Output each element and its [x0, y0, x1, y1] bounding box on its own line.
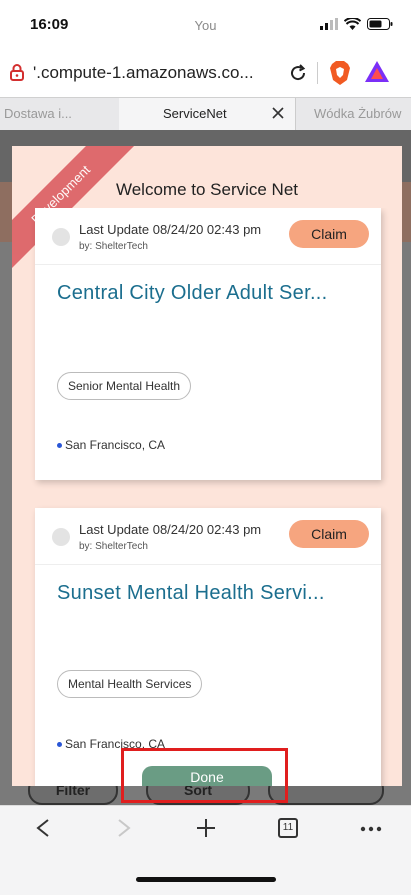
welcome-modal: Development Welcome to Service Net Last …	[12, 146, 402, 786]
last-update-text: Last Update 08/24/20 02:43 pm	[79, 222, 262, 237]
url-bar[interactable]: '.compute-1.amazonaws.co...	[0, 50, 411, 96]
avatar	[52, 228, 70, 246]
tab-wodka[interactable]: Wódka Żubrów	[296, 98, 411, 130]
close-tab-icon[interactable]	[271, 106, 285, 120]
brave-rewards-icon[interactable]	[364, 60, 390, 84]
service-card[interactable]: Last Update 08/24/20 02:43 pm by: Shelte…	[35, 208, 381, 480]
updated-by-text: by: ShelterTech	[79, 241, 148, 252]
modal-scroll-area[interactable]: Last Update 08/24/20 02:43 pm by: Shelte…	[12, 208, 402, 786]
wifi-icon	[344, 18, 361, 30]
tab-dostawa[interactable]: Dostawa i...	[0, 98, 123, 130]
forward-icon[interactable]	[115, 818, 133, 838]
service-name-link[interactable]: Central City Older Adult Ser...	[57, 282, 367, 305]
location-text: San Francisco, CA	[57, 438, 165, 452]
highlight-box	[121, 748, 288, 803]
battery-icon	[367, 18, 393, 30]
card-header: Last Update 08/24/20 02:43 pm by: Shelte…	[35, 508, 381, 565]
claim-button[interactable]: Claim	[289, 220, 369, 248]
claim-button[interactable]: Claim	[289, 520, 369, 548]
service-card[interactable]: Last Update 08/24/20 02:43 pm by: Shelte…	[35, 508, 381, 786]
signal-icon	[320, 18, 338, 30]
brave-shield-icon[interactable]	[328, 60, 352, 86]
last-update-text: Last Update 08/24/20 02:43 pm	[79, 522, 262, 537]
tab-servicenet-label: ServiceNet	[163, 106, 227, 121]
back-icon[interactable]	[34, 818, 52, 838]
status-icons	[320, 18, 393, 30]
status-bar: 16:09 You	[0, 0, 411, 50]
url-separator	[317, 62, 318, 84]
browser-toolbar: 11	[0, 805, 411, 856]
service-tag: Senior Mental Health	[57, 372, 192, 400]
phone-screen: 16:09 You '.compute-1.amazonaws.co... Do…	[0, 0, 411, 895]
reload-icon[interactable]	[288, 63, 308, 83]
tab-strip: Dostawa i... ServiceNet Wódka Żubrów	[0, 97, 411, 131]
home-indicator[interactable]	[136, 877, 276, 882]
card-header: Last Update 08/24/20 02:43 pm by: Shelte…	[35, 208, 381, 265]
avatar	[52, 528, 70, 546]
modal-title: Welcome to Service Net	[115, 180, 299, 199]
location-dot-icon	[57, 742, 62, 748]
service-tag: Mental Health Services	[57, 670, 203, 698]
url-text[interactable]: '.compute-1.amazonaws.co...	[33, 63, 283, 83]
location-dot-icon	[57, 443, 62, 449]
service-name-link[interactable]: Sunset Mental Health Servi...	[57, 582, 367, 605]
lock-icon	[10, 64, 24, 81]
home-indicator-area	[0, 855, 411, 895]
tab-count-button[interactable]: 11	[278, 818, 298, 838]
more-menu-icon[interactable]	[360, 826, 382, 832]
updated-by-text: by: ShelterTech	[79, 541, 148, 552]
tab-servicenet[interactable]: ServiceNet	[119, 98, 296, 130]
new-tab-plus-icon[interactable]	[196, 818, 216, 838]
location-label: San Francisco, CA	[65, 438, 166, 452]
